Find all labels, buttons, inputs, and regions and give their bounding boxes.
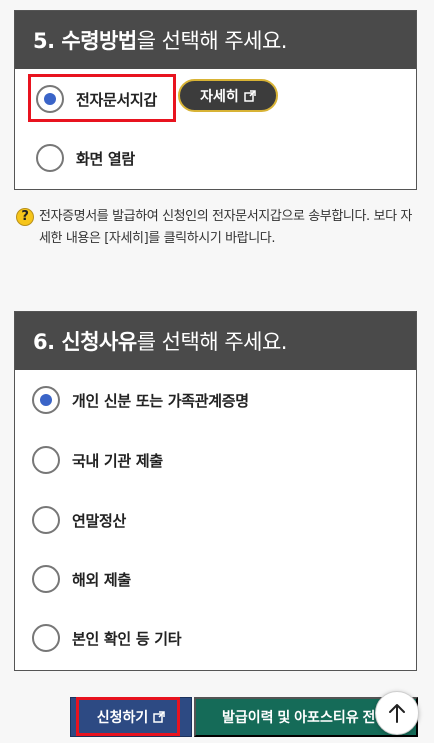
external-link-icon xyxy=(244,89,256,102)
radio-option-other[interactable]: 본인 확인 등 기타 xyxy=(32,624,182,652)
highlight-box-apply xyxy=(76,697,180,736)
request-reason-heading-rest: 를 선택해 주세요. xyxy=(136,330,288,354)
radio-option-year-end-tax[interactable]: 연말정산 xyxy=(32,506,126,534)
radio-overseas[interactable] xyxy=(32,565,60,593)
radio-label-personal-id: 개인 신분 또는 가족관계증명 xyxy=(72,391,249,410)
receive-method-heading: 5. 수령방법 을 선택해 주세요. xyxy=(15,11,416,69)
radio-option-personal-id[interactable]: 개인 신분 또는 가족관계증명 xyxy=(32,386,249,414)
radio-personal-id[interactable] xyxy=(32,386,60,414)
radio-label-overseas: 해외 제출 xyxy=(72,570,131,589)
radio-option-screen-view[interactable]: 화면 열람 xyxy=(36,144,135,172)
radio-option-overseas[interactable]: 해외 제출 xyxy=(32,565,131,593)
radio-domestic[interactable] xyxy=(32,446,60,474)
radio-label-other: 본인 확인 등 기타 xyxy=(72,629,182,648)
receive-method-heading-rest: 을 선택해 주세요. xyxy=(136,29,288,53)
radio-year-end-tax[interactable] xyxy=(32,506,60,534)
receive-method-heading-strong: 5. 수령방법 xyxy=(33,29,137,53)
detail-button[interactable]: 자세히 xyxy=(178,79,278,112)
request-reason-heading: 6. 신청사유 를 선택해 주세요. xyxy=(15,312,416,370)
highlight-box-e-wallet xyxy=(28,74,176,122)
arrow-up-icon xyxy=(389,704,405,723)
radio-label-domestic: 국내 기관 제출 xyxy=(72,451,163,470)
radio-label-screen-view: 화면 열람 xyxy=(76,149,135,168)
history-button-label: 발급이력 및 아포스티유 전 xyxy=(222,709,376,725)
notice-text: 전자증명서를 발급하여 신청인의 전자문서지갑으로 송부합니다. 보다 자세한 … xyxy=(39,209,412,246)
radio-screen-view[interactable] xyxy=(36,144,64,172)
detail-button-label: 자세히 xyxy=(200,88,239,105)
request-reason-panel: 6. 신청사유 를 선택해 주세요. xyxy=(14,311,417,671)
receive-method-notice: ? 전자증명서를 발급하여 신청인의 전자문서지갑으로 송부합니다. 보다 자세… xyxy=(16,206,420,250)
scroll-to-top-button[interactable] xyxy=(375,691,419,735)
radio-other[interactable] xyxy=(32,624,60,652)
radio-label-year-end-tax: 연말정산 xyxy=(72,511,127,530)
question-icon: ? xyxy=(16,208,34,226)
radio-option-domestic[interactable]: 국내 기관 제출 xyxy=(32,446,163,474)
request-reason-heading-strong: 6. 신청사유 xyxy=(33,330,137,354)
